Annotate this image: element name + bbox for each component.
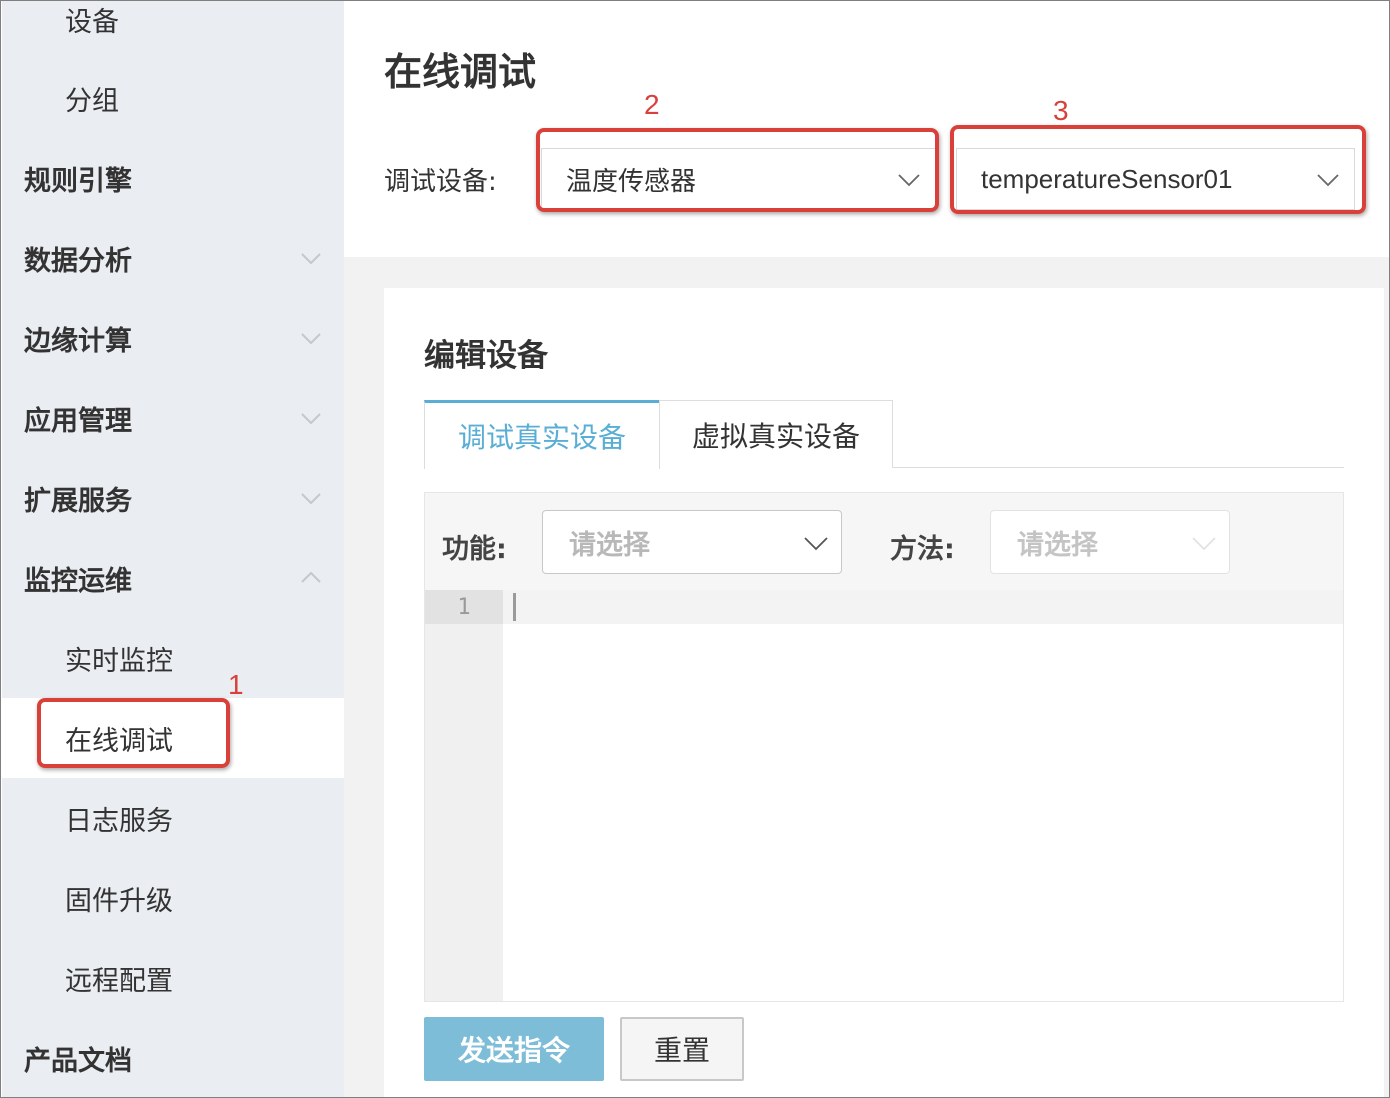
sidebar-item-data-analysis[interactable]: 数据分析 [2, 218, 344, 298]
text-cursor [513, 593, 516, 621]
tab-virtual-real-device[interactable]: 虚拟真实设备 [659, 400, 893, 468]
tab-debug-real-device[interactable]: 调试真实设备 [424, 400, 660, 469]
sidebar-item-online-debug[interactable]: 在线调试 [2, 698, 344, 778]
line-number: 1 [425, 590, 503, 624]
sidebar-item-remote-config[interactable]: 远程配置 [2, 938, 344, 1018]
page-header: 在线调试 调试设备: 温度传感器 temperatureSensor01 [344, 1, 1389, 257]
chevron-down-icon [1191, 529, 1217, 555]
sidebar-item-product-docs[interactable]: 产品文档 [2, 1018, 344, 1097]
method-label: 方法: [890, 534, 955, 565]
sidebar-item-label: 应用管理 [24, 405, 132, 437]
device-select-value: temperatureSensor01 [981, 163, 1233, 194]
debug-panel: 功能: 请选择 方法: 请选择 1 [424, 492, 1344, 1002]
chevron-down-icon [300, 407, 322, 429]
annotation-number-3: 3 [1053, 95, 1069, 126]
annotation-number-1: 1 [228, 669, 244, 700]
editor-active-line [503, 590, 1343, 624]
sidebar-item-label: 日志服务 [65, 805, 173, 837]
sidebar-item-label: 实时监控 [65, 645, 173, 677]
sidebar-item-devices[interactable]: 设备 [2, 1, 344, 59]
page-title: 在线调试 [384, 50, 537, 94]
sidebar-item-firmware-upgrade[interactable]: 固件升级 [2, 858, 344, 938]
sidebar: 设备 分组 规则引擎 数据分析 边缘计算 应用管理 扩展服务 监控运维 实时监控… [2, 1, 344, 1097]
chevron-up-icon [300, 567, 322, 589]
sidebar-item-label: 远程配置 [65, 965, 173, 997]
sidebar-item-label: 规则引擎 [24, 165, 132, 197]
debug-device-label: 调试设备: [384, 167, 497, 197]
sidebar-item-label: 监控运维 [24, 565, 132, 597]
chevron-down-icon [803, 529, 829, 555]
code-editor[interactable]: 1 [425, 590, 1343, 1001]
chevron-down-icon [300, 487, 322, 509]
sidebar-item-label: 设备 [65, 6, 119, 38]
chevron-down-icon [1316, 167, 1340, 191]
sidebar-item-app-management[interactable]: 应用管理 [2, 378, 344, 458]
sidebar-item-label: 在线调试 [65, 725, 173, 757]
product-select[interactable]: 温度传感器 [541, 148, 936, 210]
card-title: 编辑设备 [424, 338, 548, 374]
function-label: 功能: [442, 534, 507, 565]
sidebar-item-label: 分组 [65, 85, 119, 117]
device-tabs: 调试真实设备 虚拟真实设备 [424, 400, 1344, 469]
sidebar-item-realtime-monitoring[interactable]: 实时监控 [2, 618, 344, 698]
sidebar-item-label: 固件升级 [65, 885, 173, 917]
method-select[interactable]: 请选择 [990, 510, 1230, 574]
sidebar-item-rule-engine[interactable]: 规则引擎 [2, 138, 344, 218]
sidebar-item-monitoring-ops[interactable]: 监控运维 [2, 538, 344, 618]
sidebar-item-log-service[interactable]: 日志服务 [2, 778, 344, 858]
editor-gutter [425, 590, 503, 1001]
sidebar-item-extension-services[interactable]: 扩展服务 [2, 458, 344, 538]
app-window: 设备 分组 规则引擎 数据分析 边缘计算 应用管理 扩展服务 监控运维 实时监控… [0, 0, 1390, 1098]
edit-device-card: 编辑设备 调试真实设备 虚拟真实设备 功能: 请选择 方法: 请选择 1 发送指… [384, 288, 1384, 1097]
sidebar-item-label: 数据分析 [24, 245, 132, 277]
function-select-placeholder: 请选择 [569, 529, 650, 561]
reset-button[interactable]: 重置 [620, 1017, 744, 1081]
function-select[interactable]: 请选择 [542, 510, 842, 574]
device-select[interactable]: temperatureSensor01 [956, 148, 1355, 210]
sidebar-item-groups[interactable]: 分组 [2, 58, 344, 138]
sidebar-item-label: 扩展服务 [24, 485, 132, 517]
annotation-number-2: 2 [644, 89, 660, 120]
sidebar-item-label: 产品文档 [24, 1045, 132, 1077]
method-select-placeholder: 请选择 [1017, 529, 1098, 561]
chevron-down-icon [300, 247, 322, 269]
sidebar-item-edge-computing[interactable]: 边缘计算 [2, 298, 344, 378]
chevron-down-icon [300, 327, 322, 349]
sidebar-item-label: 边缘计算 [24, 325, 132, 357]
send-command-button[interactable]: 发送指令 [424, 1017, 604, 1081]
chevron-down-icon [897, 167, 921, 191]
product-select-value: 温度传感器 [566, 166, 697, 197]
